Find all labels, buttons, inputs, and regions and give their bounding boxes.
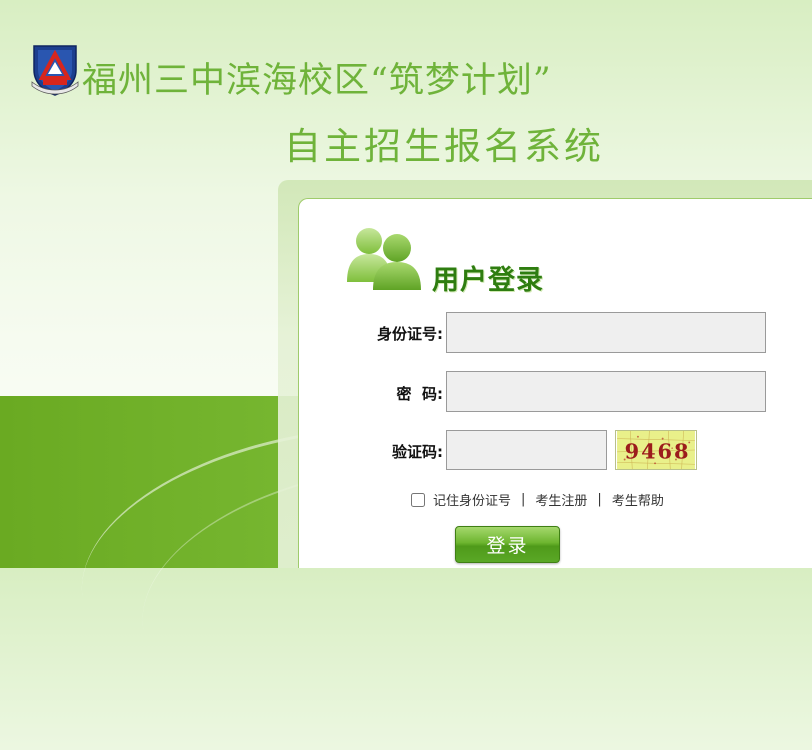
login-button[interactable]: 登录 [455,526,560,563]
password-label: 密 码: [396,385,443,403]
captcha-text: 9468 [625,439,691,464]
remember-row: 记住身份证号 | 考生注册 | 考生帮助 [411,490,664,509]
users-icon [347,228,421,290]
link-separator: | [521,492,526,507]
login-heading: 用户登录 [432,265,544,296]
remember-label: 记住身份证号 [433,494,512,509]
captcha-input[interactable] [446,430,607,470]
school-logo-icon [31,45,79,96]
password-input[interactable] [446,371,766,412]
id-number-input[interactable] [446,312,766,353]
help-link[interactable]: 考生帮助 [612,490,664,509]
register-link[interactable]: 考生注册 [535,490,587,509]
remember-checkbox[interactable] [411,492,425,507]
page-title-line1: 福州三中滨海校区“筑梦计划” [82,61,552,101]
page-title-line2: 自主招生报名系统 [284,125,604,168]
captcha-label: 验证码: [392,443,443,461]
captcha-image[interactable]: 9468 [615,430,697,470]
link-separator: | [597,492,602,507]
id-number-label: 身份证号: [377,325,443,343]
